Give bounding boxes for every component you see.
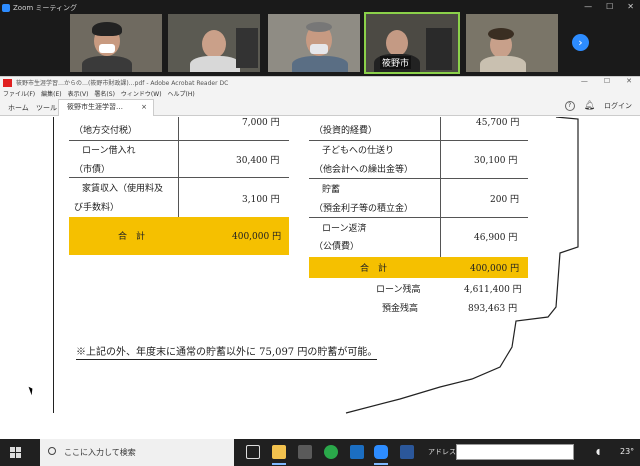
tab-tools[interactable]: ツール [36,101,57,115]
maximize-icon[interactable]: ☐ [606,2,613,11]
pdf-icon [3,79,12,87]
menu-help[interactable]: ヘルプ(H) [168,89,195,98]
bell-icon[interactable]: 🔔︎ [584,101,595,111]
background-object [426,28,452,70]
network-icon[interactable]: ◖ [596,447,600,456]
login-button[interactable]: ログイン [604,101,632,111]
edge-browser-icon[interactable] [324,445,338,459]
participant-video-tile[interactable] [466,14,558,72]
app-icon[interactable] [298,445,312,459]
acrobat-window-controls: — ☐ ✕ [581,77,632,85]
mask-shape [310,44,328,54]
participant-face [386,30,408,56]
page-cut-edge [345,117,579,414]
participant-body [82,56,132,72]
minimize-icon[interactable]: — [584,2,592,11]
participant-body [480,56,526,72]
acrobat-tab-bar: ホーム ツール 筱野市生涯学習… × ? 🔔︎ ログイン [0,98,640,116]
acrobat-toolbar-right: ? 🔔︎ ログイン [564,101,632,111]
menu-sign[interactable]: 署名(S) [94,89,115,98]
participant-video-tile[interactable] [70,14,162,72]
zoom-window-controls: — ☐ ✕ [584,2,634,11]
participant-video-tile[interactable] [268,14,360,72]
participant-video-tile[interactable] [168,14,260,72]
zoom-window-title: Zoom ミーティング [2,2,77,14]
participant-hair [92,22,122,36]
zoom-logo-icon [2,4,10,12]
document-note: ※上記の外、年度末に通常の貯蓄以外に 75,097 円の貯蓄が可能。 [76,343,378,360]
participant-video-tile-active[interactable]: 筱野市 [364,12,460,74]
windows-taskbar: ここに入力して検索 アドレス ◖ 23° [0,439,640,466]
menu-view[interactable]: 表示(V) [68,89,89,98]
tab-document[interactable]: 筱野市生涯学習… × [58,99,154,116]
address-label: アドレス [428,448,456,456]
menu-edit[interactable]: 編集(E) [41,89,61,98]
windows-start-icon[interactable] [10,447,21,458]
address-input[interactable] [456,444,574,460]
taskbar-search-input[interactable]: ここに入力して検索 [40,439,234,466]
close-icon[interactable]: ✕ [626,77,632,85]
maximize-icon[interactable]: ☐ [604,77,610,85]
file-explorer-icon[interactable] [272,445,286,459]
mask-shape [99,44,115,53]
acrobat-title-bar: 筱野市生涯学習…からの…(筱野市財政課)…pdf - Adobe Acrobat… [0,76,640,88]
zoom-gallery-bar: Zoom ミーティング — ☐ ✕ 筱野市 › [0,0,640,76]
participant-face [202,30,226,58]
tab-home[interactable]: ホーム [8,101,29,115]
participant-hair [488,28,514,40]
chevron-right-icon[interactable]: › [572,34,589,51]
acrobat-menu-bar: ファイル(F) 編集(E) 表示(V) 署名(S) ウィンドウ(W) ヘルプ(H… [0,88,640,98]
weather-temperature[interactable]: 23° [620,447,634,456]
task-view-icon[interactable] [246,445,260,459]
search-icon [48,447,56,455]
minimize-icon[interactable]: — [581,77,588,85]
participant-hair [306,22,332,32]
outlook-icon[interactable] [350,445,364,459]
active-app-indicator [272,463,286,465]
pdf-page: （地方交付税） 7,000 円 ローン借入れ （市債） 30,400 円 家賃収… [0,117,640,439]
menu-file[interactable]: ファイル(F) [3,89,35,98]
background-object [236,28,258,68]
participant-body [190,56,240,72]
participant-body [292,56,348,72]
word-icon[interactable] [400,445,414,459]
active-app-indicator [374,463,388,465]
close-tab-icon[interactable]: × [141,100,147,115]
help-icon[interactable]: ? [564,101,575,111]
zoom-app-icon[interactable] [374,445,388,459]
tab-document-label: 筱野市生涯学習… [67,103,123,111]
close-icon[interactable]: ✕ [627,2,634,11]
menu-window[interactable]: ウィンドウ(W) [121,89,162,98]
participant-name: 筱野市 [380,56,412,69]
